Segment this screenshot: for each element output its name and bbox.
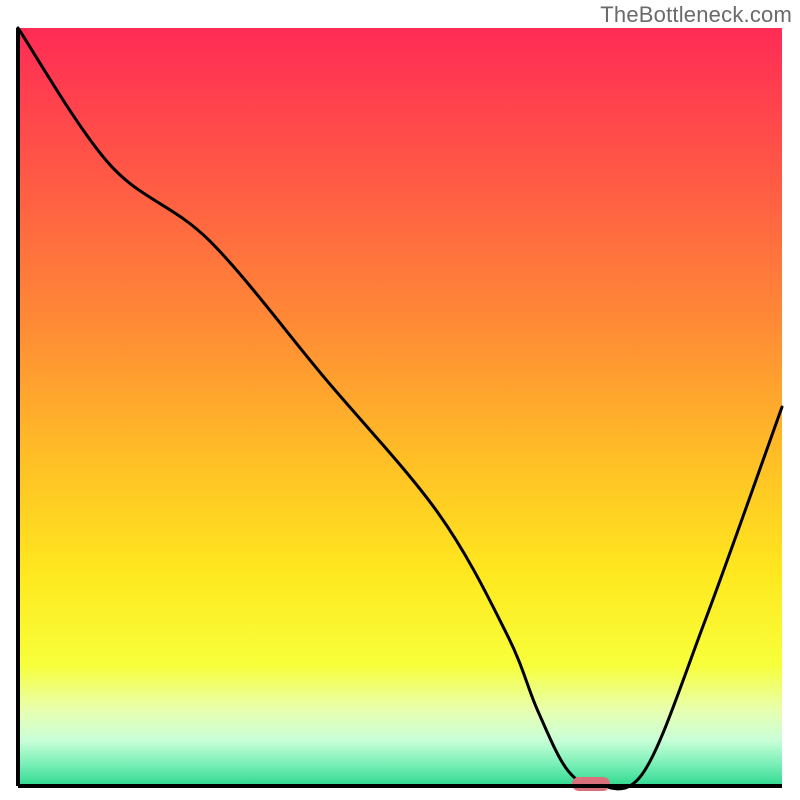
watermark-text: TheBottleneck.com	[600, 2, 792, 28]
plot-background	[18, 28, 782, 786]
bottleneck-chart: TheBottleneck.com	[0, 0, 800, 800]
chart-svg	[0, 0, 800, 800]
